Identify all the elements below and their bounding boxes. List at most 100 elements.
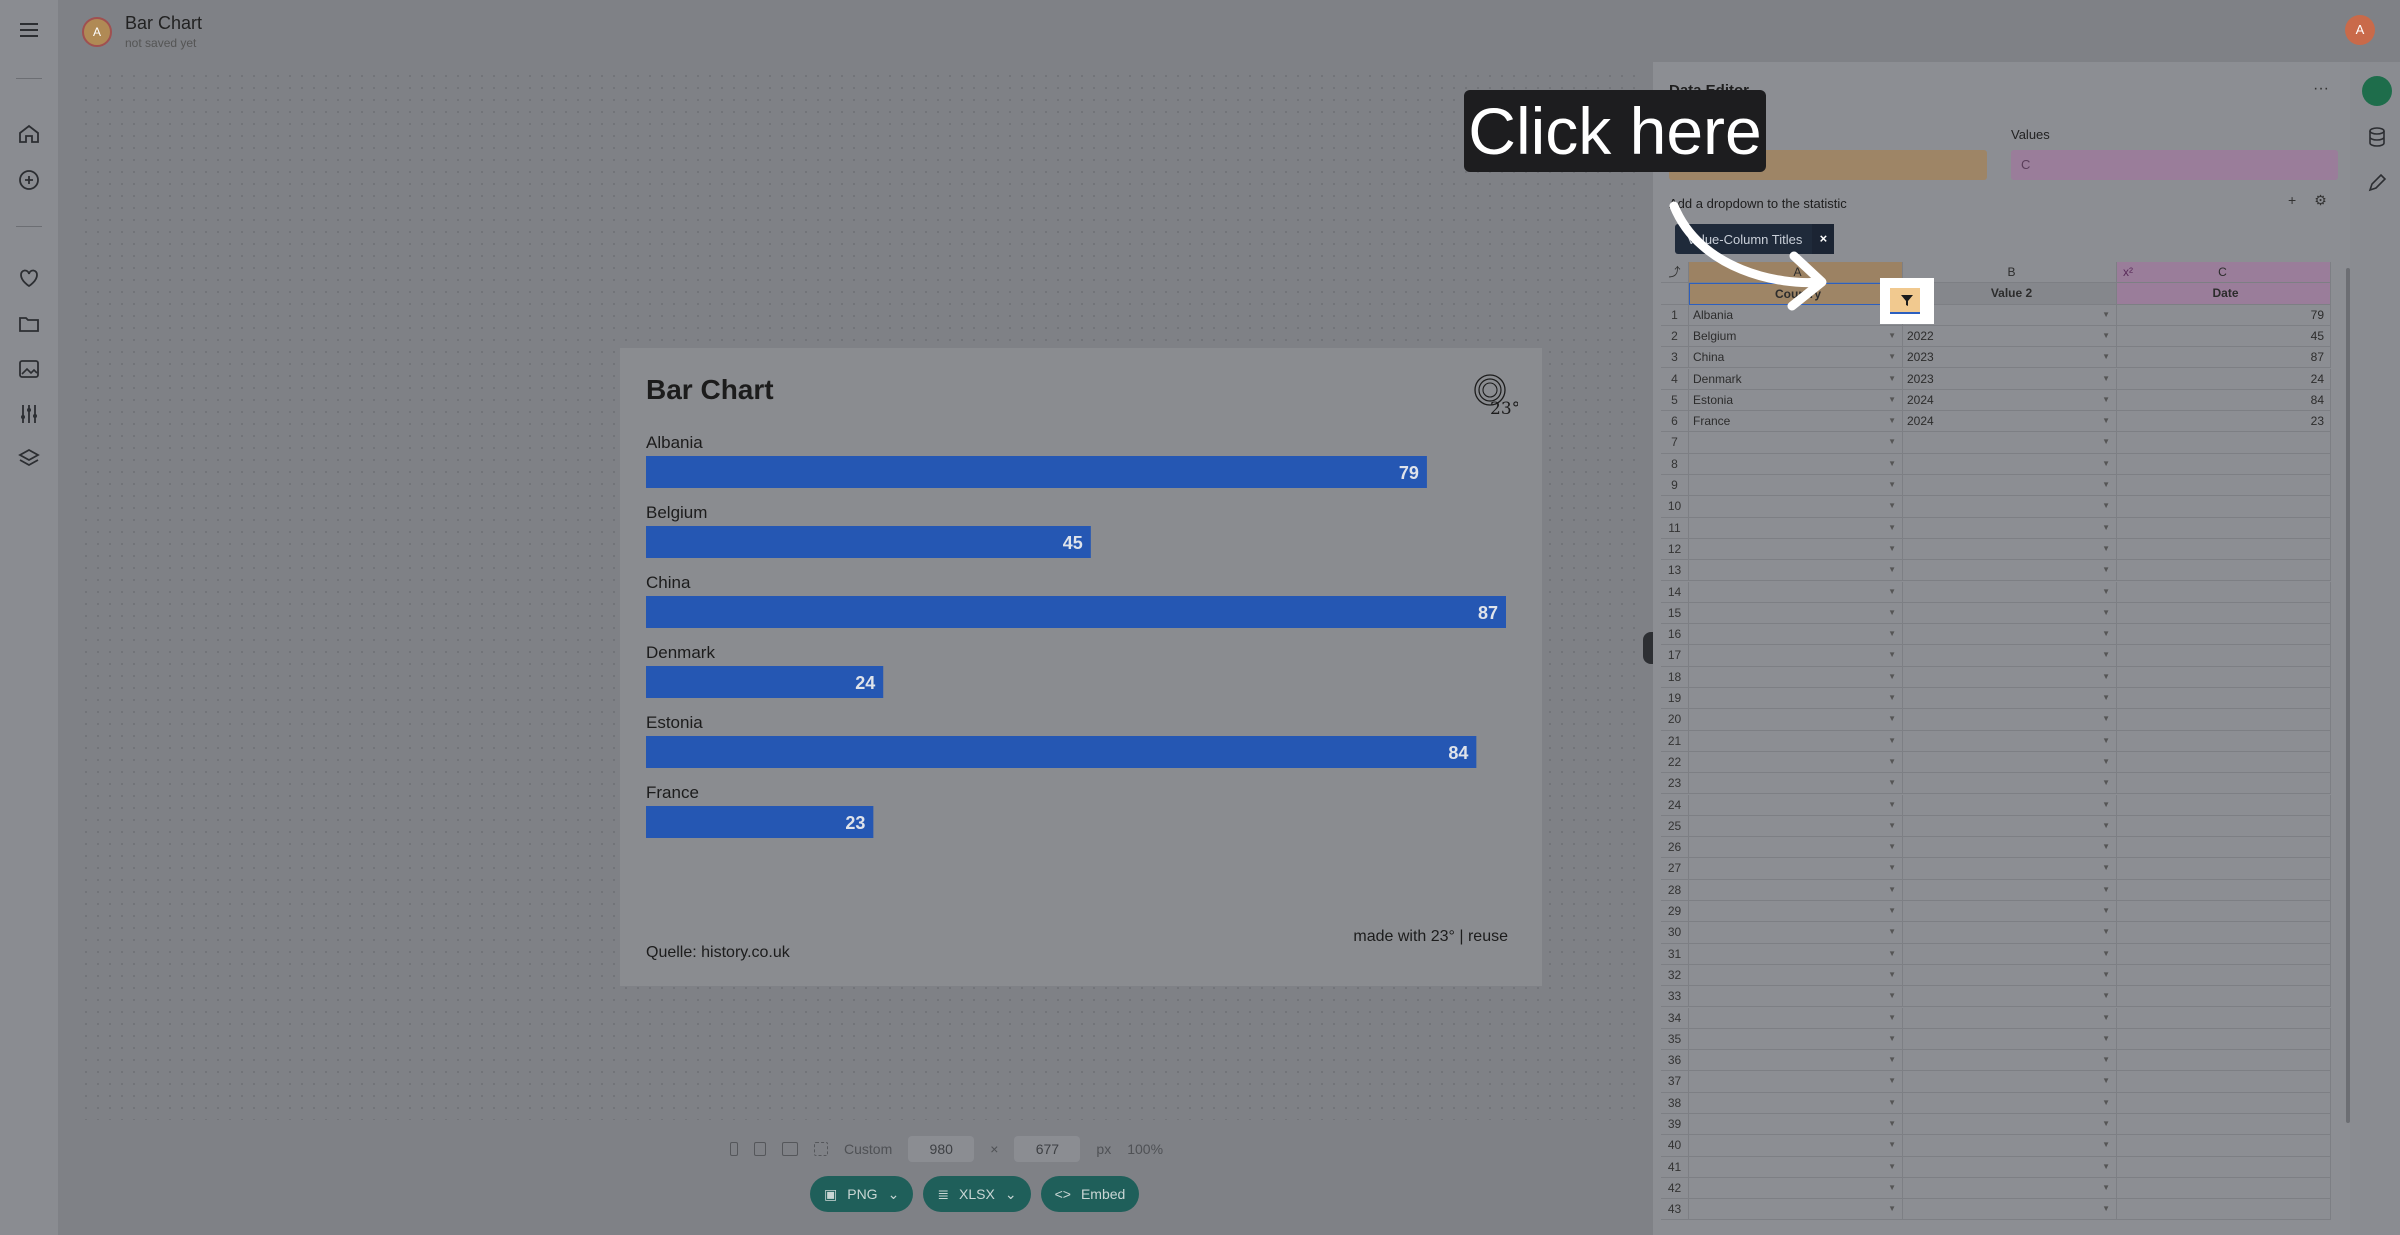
cell-date[interactable] xyxy=(2117,730,2331,752)
cell-country[interactable]: ▼ xyxy=(1689,581,1903,603)
cell-country[interactable]: ▼ xyxy=(1689,1114,1903,1136)
cell-dropdown-icon[interactable]: ▼ xyxy=(2102,965,2110,985)
cell-country[interactable]: ▼ xyxy=(1689,901,1903,923)
chevron-down-icon[interactable]: ⌄ xyxy=(1005,1186,1017,1203)
laptop-size-icon[interactable] xyxy=(782,1142,798,1156)
cell-value-2[interactable]: ▼ xyxy=(1903,1071,2117,1093)
cell-value-2[interactable]: ▼ xyxy=(1903,1177,2117,1200)
cell-dropdown-icon[interactable]: ▼ xyxy=(1888,667,1896,687)
cell-value-2[interactable]: ▼ xyxy=(1903,751,2117,774)
cell-dropdown-icon[interactable]: ▼ xyxy=(2102,645,2110,665)
cell-date[interactable] xyxy=(2117,751,2331,774)
cell-dropdown-icon[interactable]: ▼ xyxy=(1888,773,1896,793)
cell-dropdown-icon[interactable]: ▼ xyxy=(1888,922,1896,942)
cell-value-2[interactable]: ▼ xyxy=(1903,496,2117,518)
cell-value-2[interactable]: ▼ xyxy=(1903,581,2117,603)
cell-country[interactable]: ▼ xyxy=(1689,837,1903,859)
cell-value-2[interactable]: ▼ xyxy=(1903,453,2117,475)
bar[interactable] xyxy=(646,736,1477,768)
bar[interactable] xyxy=(646,596,1506,628)
cell-country[interactable]: ▼ xyxy=(1689,794,1903,816)
cell-country[interactable]: ▼ xyxy=(1689,773,1903,795)
cell-value-2[interactable]: ▼ xyxy=(1903,688,2117,710)
cell-date[interactable] xyxy=(2117,1007,2331,1029)
cell-date[interactable] xyxy=(2117,1050,2331,1072)
cell-dropdown-icon[interactable]: ▼ xyxy=(1888,347,1896,367)
cell-country[interactable]: ▼ xyxy=(1689,1007,1903,1029)
cell-dropdown-icon[interactable]: ▼ xyxy=(1888,390,1896,410)
cell-dropdown-icon[interactable]: ▼ xyxy=(2102,922,2110,942)
cell-value-2[interactable]: ▼ xyxy=(1903,666,2117,688)
cell-date[interactable] xyxy=(2117,538,2331,561)
cell-dropdown-icon[interactable]: ▼ xyxy=(2102,1093,2110,1113)
cell-dropdown-icon[interactable]: ▼ xyxy=(2102,496,2110,516)
cell-dropdown-icon[interactable]: ▼ xyxy=(2102,347,2110,367)
cell-value-2[interactable]: ▼ xyxy=(1903,879,2117,901)
bar[interactable] xyxy=(646,456,1427,488)
cell-dropdown-icon[interactable]: ▼ xyxy=(1888,1114,1896,1134)
cell-dropdown-icon[interactable]: ▼ xyxy=(2102,986,2110,1006)
cell-dropdown-icon[interactable]: ▼ xyxy=(2102,837,2110,857)
cell-date[interactable] xyxy=(2117,709,2331,731)
cell-dropdown-icon[interactable]: ▼ xyxy=(2102,560,2110,580)
sliders-icon[interactable] xyxy=(17,402,41,426)
cell-value-2[interactable]: ▼ xyxy=(1903,943,2117,965)
column-b-header[interactable]: B xyxy=(1903,262,2117,284)
cell-date[interactable]: 23 xyxy=(2117,411,2331,433)
cell-country[interactable]: ▼ xyxy=(1689,943,1903,965)
cell-dropdown-icon[interactable]: ▼ xyxy=(1888,1178,1896,1198)
cell-date[interactable] xyxy=(2117,624,2331,646)
cell-dropdown-icon[interactable]: ▼ xyxy=(1888,731,1896,751)
cell-date[interactable] xyxy=(2117,794,2331,816)
cell-country[interactable]: ▼ xyxy=(1689,751,1903,774)
cell-date[interactable] xyxy=(2117,901,2331,923)
cell-country[interactable]: ▼ xyxy=(1689,922,1903,944)
cell-value-2[interactable]: ▼ xyxy=(1903,1114,2117,1136)
cell-dropdown-icon[interactable]: ▼ xyxy=(2102,1008,2110,1028)
cell-dropdown-icon[interactable]: ▼ xyxy=(1888,582,1896,602)
cell-date[interactable] xyxy=(2117,453,2331,475)
cell-country[interactable]: ▼ xyxy=(1689,858,1903,880)
cell-dropdown-icon[interactable]: ▼ xyxy=(2102,1178,2110,1198)
cell-dropdown-icon[interactable]: ▼ xyxy=(2102,326,2110,346)
cell-dropdown-icon[interactable]: ▼ xyxy=(1888,795,1896,815)
cell-country[interactable]: ▼ xyxy=(1689,602,1903,625)
cell-country[interactable]: ▼ xyxy=(1689,709,1903,731)
cell-country[interactable]: ▼ xyxy=(1689,1177,1903,1200)
cell-date[interactable] xyxy=(2117,858,2331,880)
cell-value-2[interactable]: 2022▼ xyxy=(1903,304,2117,326)
cell-dropdown-icon[interactable]: ▼ xyxy=(2102,1199,2110,1219)
cell-dropdown-icon[interactable]: ▼ xyxy=(1888,1157,1896,1177)
cell-dropdown-icon[interactable]: ▼ xyxy=(2102,858,2110,878)
cell-value-2[interactable]: ▼ xyxy=(1903,858,2117,880)
cell-value-2[interactable]: 2024 ▼ xyxy=(1903,411,2117,433)
cell-country[interactable]: Estonia ▼ xyxy=(1689,389,1903,412)
cell-dropdown-icon[interactable]: ▼ xyxy=(2102,432,2110,452)
cell-dropdown-icon[interactable]: ▼ xyxy=(1888,1071,1896,1091)
cell-dropdown-icon[interactable]: ▼ xyxy=(1888,858,1896,878)
cell-dropdown-icon[interactable]: ▼ xyxy=(1888,369,1896,389)
cell-dropdown-icon[interactable]: ▼ xyxy=(2102,624,2110,644)
cell-value-2[interactable]: ▼ xyxy=(1903,1028,2117,1051)
gear-icon[interactable]: ⚙ xyxy=(2314,192,2327,209)
cell-country[interactable]: ▼ xyxy=(1689,964,1903,987)
cell-value-2[interactable]: ▼ xyxy=(1903,1135,2117,1157)
menu-icon[interactable] xyxy=(17,18,41,42)
cell-dropdown-icon[interactable]: ▼ xyxy=(1888,326,1896,346)
cell-dropdown-icon[interactable]: ▼ xyxy=(1888,496,1896,516)
cell-dropdown-icon[interactable]: ▼ xyxy=(1888,816,1896,836)
cell-dropdown-icon[interactable]: ▼ xyxy=(2102,688,2110,708)
cell-value-2[interactable]: ▼ xyxy=(1903,475,2117,497)
cell-date[interactable] xyxy=(2117,1199,2331,1221)
cell-country[interactable]: Belgium ▼ xyxy=(1689,325,1903,348)
cell-country[interactable]: ▼ xyxy=(1689,453,1903,475)
cell-dropdown-icon[interactable]: ▼ xyxy=(2102,1114,2110,1134)
cell-country[interactable]: ▼ xyxy=(1689,1071,1903,1093)
fullscreen-icon[interactable] xyxy=(814,1142,828,1156)
database-icon[interactable] xyxy=(2366,126,2388,148)
cell-value-2[interactable]: 2024 ▼ xyxy=(1903,389,2117,412)
cell-date[interactable] xyxy=(2117,1092,2331,1114)
more-options-icon[interactable]: ··· xyxy=(2313,80,2329,98)
cell-value-2[interactable]: ▼ xyxy=(1903,837,2117,859)
chevron-down-icon[interactable]: ⌄ xyxy=(888,1186,900,1203)
